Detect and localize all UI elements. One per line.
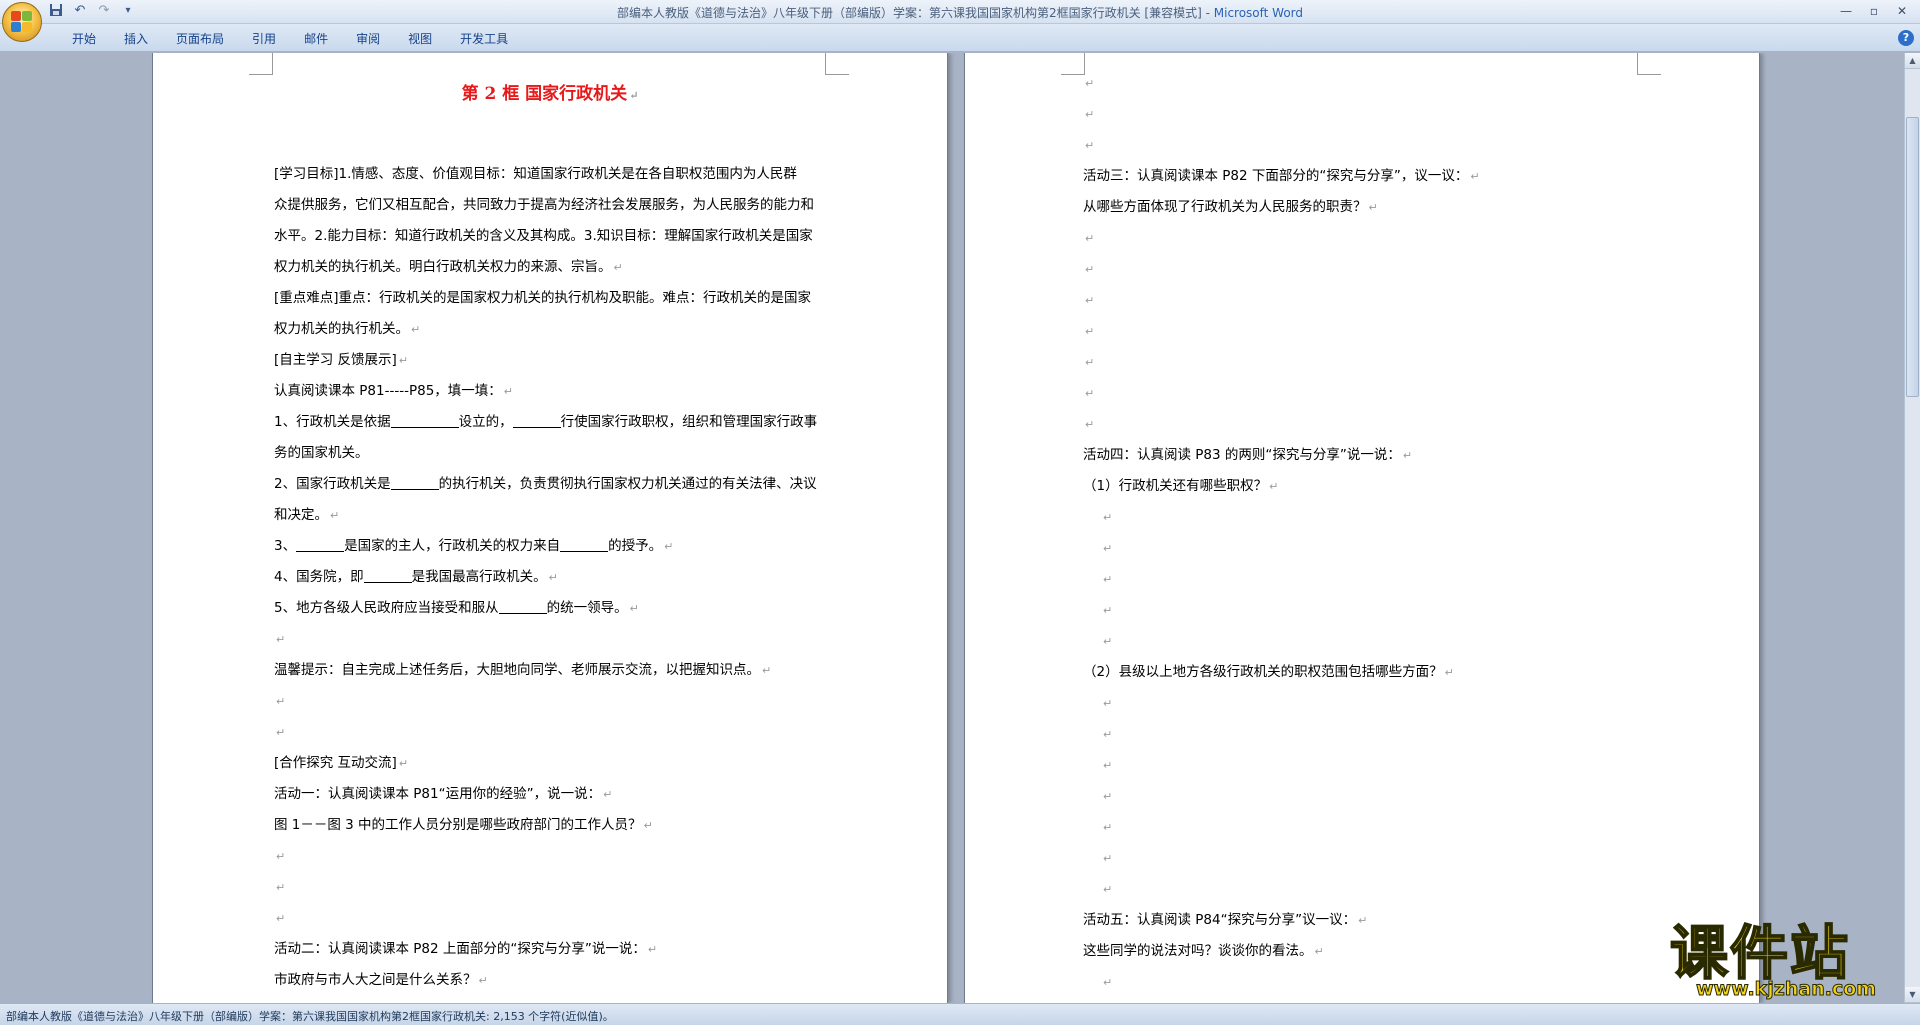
window-controls: — ▫ ✕ <box>1834 2 1914 20</box>
watermark-logo: 课件站 www.kjzhan.com <box>1669 919 1904 1002</box>
status-bar: 部编本人教版《道德与法治》八年级下册（部编版）学案：第六课我国国家机构第2框国家… <box>0 1003 1920 1025</box>
margin-corner-mark <box>825 53 849 75</box>
fill-blank-3[interactable]: 3、 是国家的主人，行政机关的权力来自 的授予。 ↵ <box>274 531 817 562</box>
page1-paragraph-objectives[interactable]: [学习目标]1.情感、态度、价值观目标：知道国家行政机关是在各自职权范围内为人民… <box>274 159 817 1003</box>
tab-insert[interactable]: 插入 <box>110 30 162 47</box>
blank-line[interactable] <box>296 538 345 552</box>
office-button[interactable] <box>2 2 42 42</box>
ribbon-tabs: 开始 插入 页面布局 引用 邮件 审阅 视图 开发工具 <box>58 30 522 47</box>
margin-corner-mark <box>1637 53 1661 75</box>
document-area: 第 2 框 国家行政机关 ↵ [学习目标]1.情感、态度、价值观目标：知道国家行政… <box>0 53 1904 1003</box>
fill-blank-2[interactable]: 2、国家行政机关是 的执行机关，负责贯彻执行国家权力机关通过的有关法律、决议 <box>274 469 817 500</box>
close-icon[interactable]: ✕ <box>1890 2 1914 20</box>
tab-mailings[interactable]: 邮件 <box>290 30 342 47</box>
window-title: 部编本人教版《道德与法治》八年级下册（部编版）学案：第六课我国国家机构第2框国家… <box>616 6 1304 20</box>
blank-line[interactable] <box>390 414 459 428</box>
title-bar: ↶ ↷ ▾ 部编本人教版《道德与法治》八年级下册（部编版）学案：第六课我国国家机… <box>0 0 1920 42</box>
vertical-scrollbar[interactable]: ▲ ▼ <box>1904 53 1920 1003</box>
blank-line[interactable] <box>498 600 547 614</box>
minimize-icon[interactable]: — <box>1834 2 1858 20</box>
page2-content[interactable]: ↵ ↵ ↵ 活动三：认真阅读课本 P82 下面部分的“探究与分享”，议一议： ↵ … <box>1083 68 1480 998</box>
status-text: 部编本人教版《道德与法治》八年级下册（部编版）学案：第六课我国国家机构第2框国家… <box>6 1010 614 1023</box>
blank-line[interactable] <box>363 569 412 583</box>
fill-blank-4[interactable]: 4、国务院，即 是我国最高行政机关。 ↵ <box>274 562 817 593</box>
watermark-url: www.kjzhan.com <box>1695 978 1877 1001</box>
document-title: 第 2 框 国家行政机关 ↵ <box>461 84 639 104</box>
tab-developer[interactable]: 开发工具 <box>446 30 522 47</box>
scroll-thumb[interactable] <box>1906 117 1919 397</box>
margin-corner-mark <box>1061 53 1085 75</box>
scroll-down-icon[interactable]: ▼ <box>1905 987 1920 1003</box>
app-name: Microsoft Word <box>1213 6 1304 20</box>
fill-blank-5[interactable]: 5、地方各级人民政府应当接受和服从 的统一领导。 ↵ <box>274 593 817 624</box>
fill-blank-1[interactable]: 1、行政机关是依据 设立的， 行使国家行政职权，组织和管理国家行政事 <box>274 407 817 438</box>
tab-view[interactable]: 视图 <box>394 30 446 47</box>
ribbon-tab-row: 开始 插入 页面布局 引用 邮件 审阅 视图 开发工具 ? <box>0 24 1920 52</box>
maximize-icon[interactable]: ▫ <box>1862 2 1886 20</box>
tab-page-layout[interactable]: 页面布局 <box>162 30 238 47</box>
watermark-title: 课件站 <box>1669 919 1851 987</box>
scroll-up-icon[interactable]: ▲ <box>1905 53 1920 69</box>
blank-line[interactable] <box>512 414 561 428</box>
office-logo-icon <box>11 11 33 33</box>
tab-review[interactable]: 审阅 <box>342 30 394 47</box>
margin-corner-mark <box>249 53 273 75</box>
help-icon[interactable]: ? <box>1898 30 1914 46</box>
tab-references[interactable]: 引用 <box>238 30 290 47</box>
blank-line[interactable] <box>560 538 609 552</box>
blank-line[interactable] <box>390 476 439 490</box>
tab-home[interactable]: 开始 <box>58 30 110 47</box>
